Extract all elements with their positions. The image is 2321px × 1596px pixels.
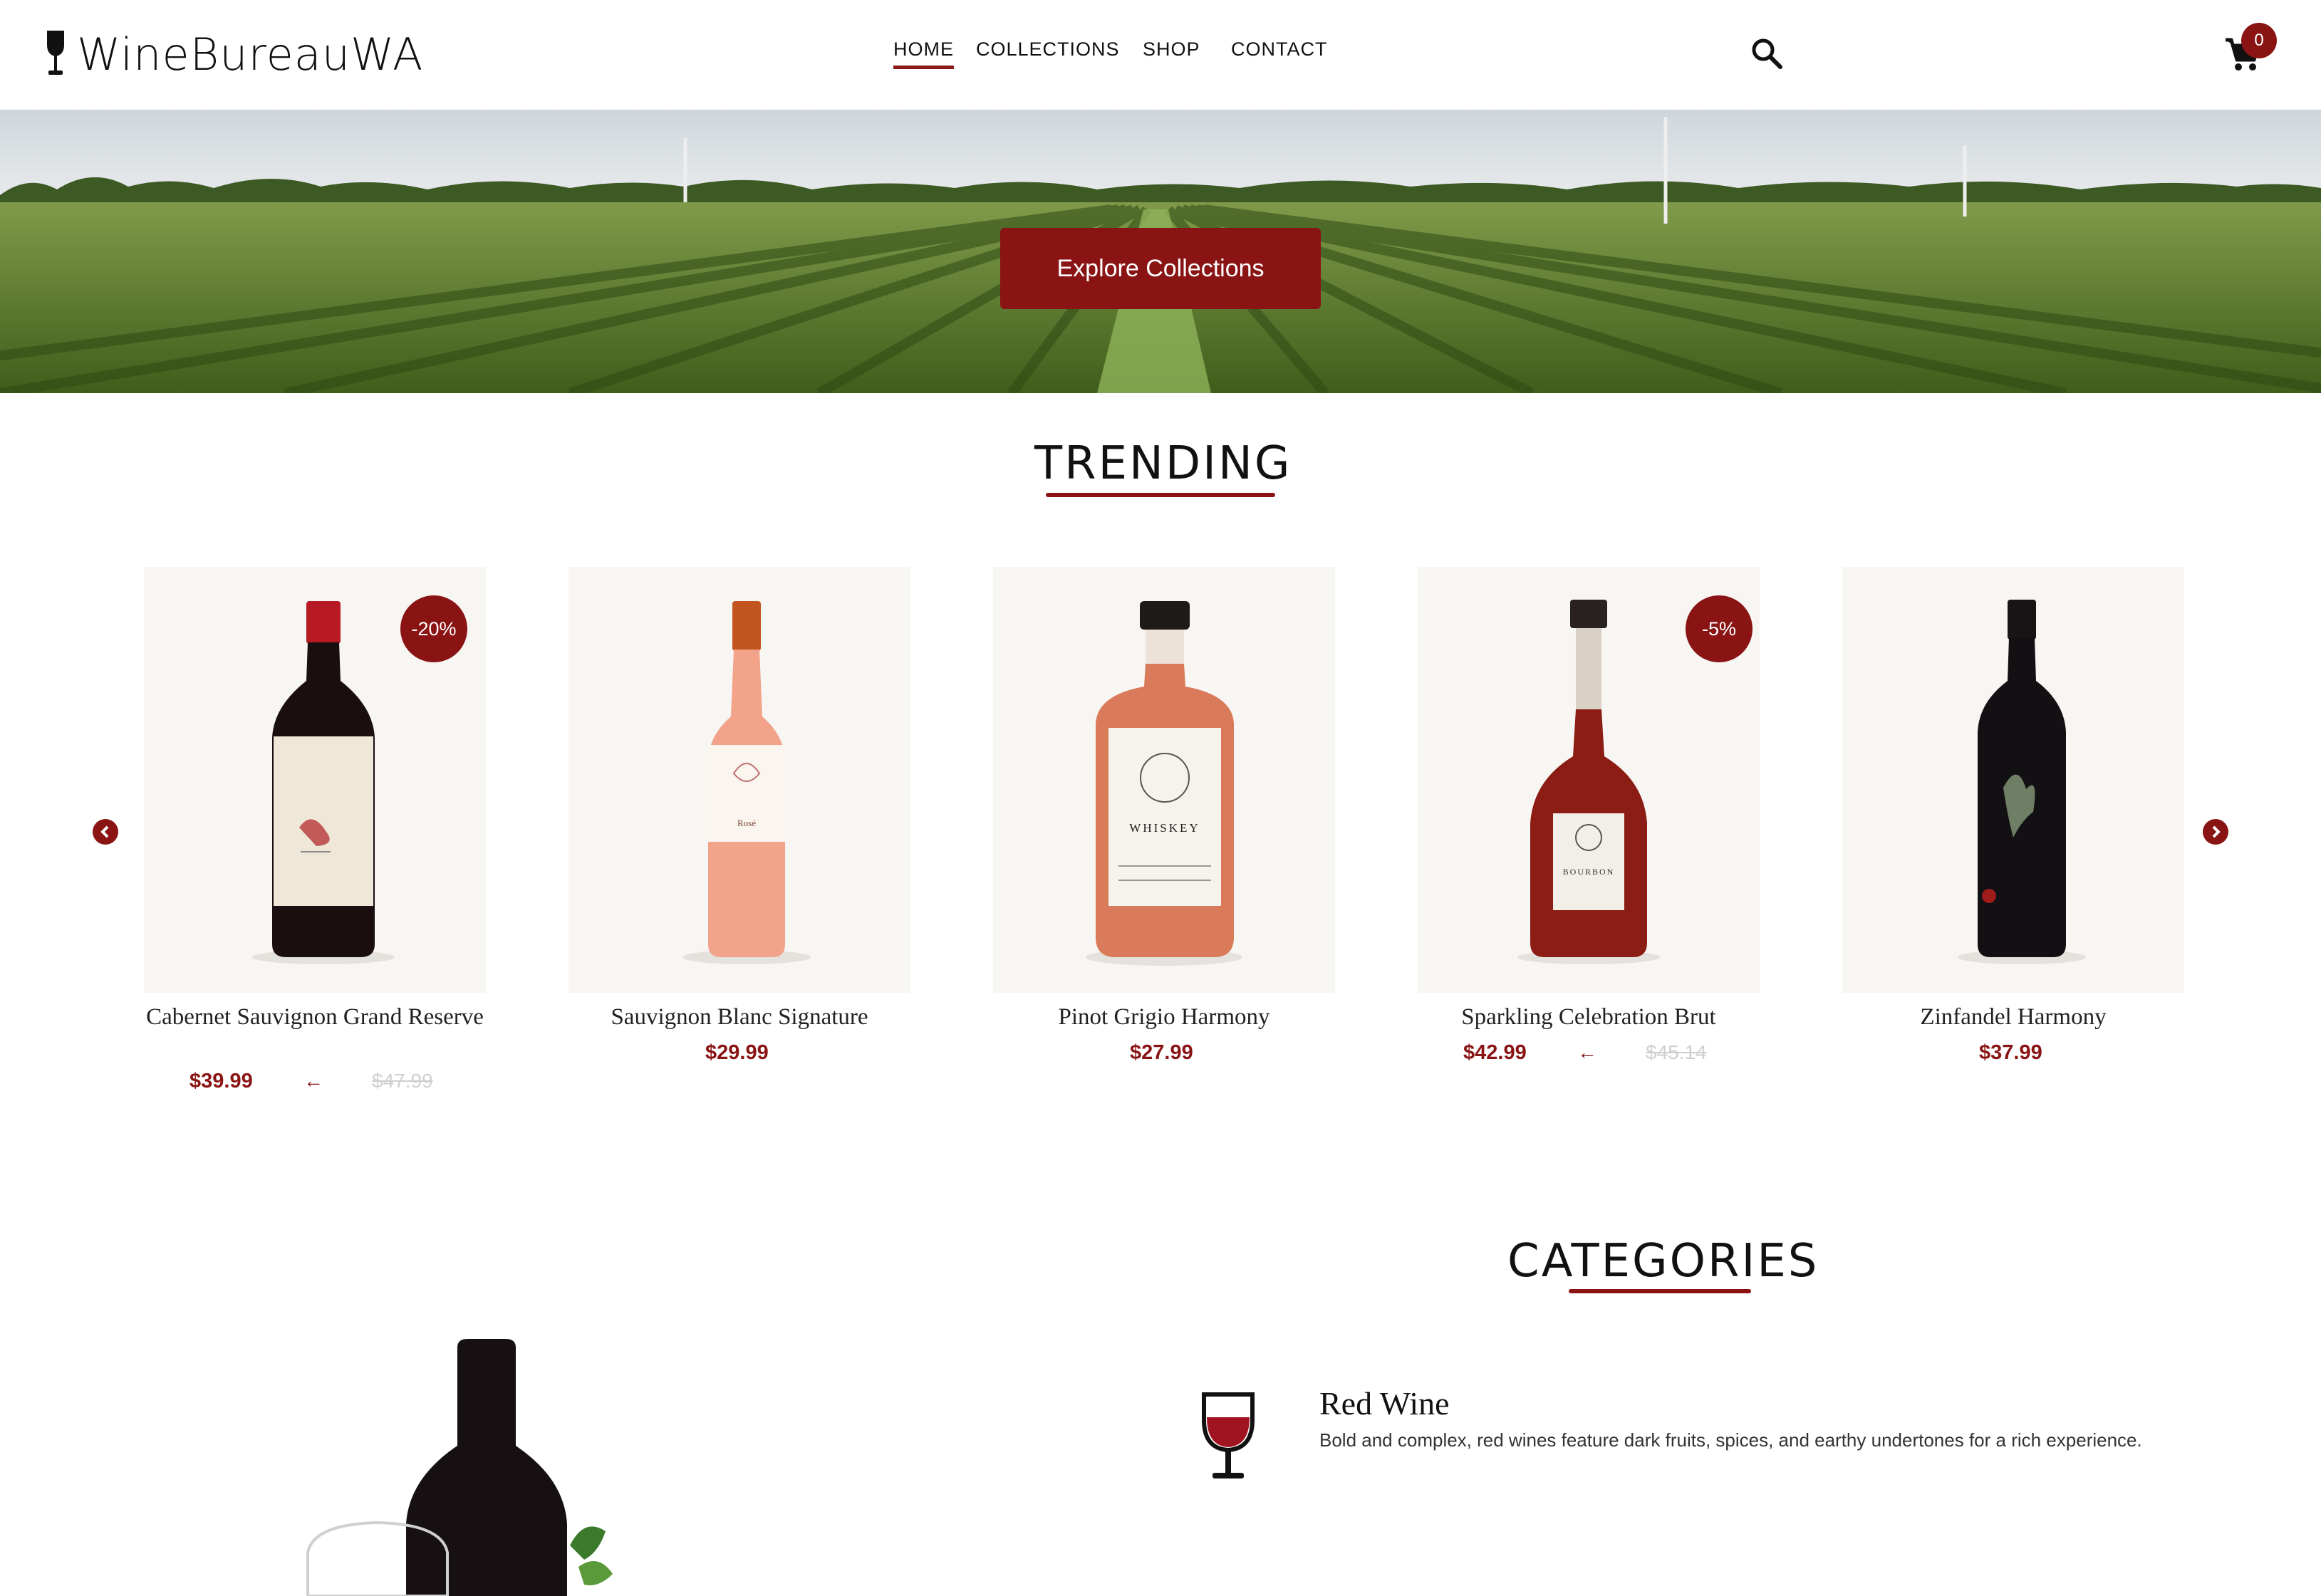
product-card[interactable]: -20% Cabernet Sauvignon Grand Reserve $3… <box>144 567 486 1108</box>
product-image[interactable]: Rosé <box>568 567 910 993</box>
nav-contact[interactable]: CONTACT <box>1231 38 1328 61</box>
nav-shop[interactable]: SHOP <box>1143 38 1200 61</box>
product-name: Cabernet Sauvignon Grand Reserve <box>146 1004 484 1030</box>
product-price: $39.99 <box>189 1070 253 1092</box>
category-description: Bold and complex, red wines feature dark… <box>1319 1429 2142 1451</box>
product-price: $42.99 <box>1463 1041 1527 1064</box>
product-old-price: $47.99 <box>372 1070 433 1092</box>
categories-title: CATEGORIES <box>1507 1235 1819 1288</box>
price-row: $27.99 <box>993 1041 1335 1070</box>
trending-underline <box>1046 493 1275 497</box>
nav-collections[interactable]: COLLECTIONS <box>976 38 1120 61</box>
bottle-label-text: Rosé <box>737 818 756 828</box>
site-header: WineBureauWA HOME COLLECTIONS SHOP CONTA… <box>0 0 2321 110</box>
logo[interactable]: WineBureauWA <box>44 28 423 80</box>
rose-wine-bottle-image: Rosé <box>682 601 811 964</box>
categories-underline <box>1569 1289 1751 1293</box>
product-name: Pinot Grigio Harmony <box>1058 1004 1270 1030</box>
explore-collections-button[interactable]: Explore Collections <box>1000 228 1321 309</box>
bottle-label-text: WHISKEY <box>1129 821 1200 835</box>
trending-title: TRENDING <box>1034 437 1292 490</box>
chevron-right-icon <box>2212 825 2221 838</box>
carousel-prev-button[interactable] <box>93 819 118 845</box>
product-card[interactable]: Zinfandel Harmony $37.99 <box>1842 567 2184 1080</box>
wine-bottle-and-glass-image <box>306 1339 613 1596</box>
whiskey-bottle-image: WHISKEY <box>1086 601 1242 966</box>
price-row: $42.99 ← $45.14 <box>1418 1041 1760 1070</box>
product-name: Zinfandel Harmony <box>1920 1004 2107 1030</box>
search-button[interactable] <box>1749 36 1785 71</box>
product-card[interactable]: Rosé Sauvignon Blanc Signature $29.99 <box>568 567 910 1080</box>
price-row: $29.99 <box>568 1041 910 1070</box>
product-card[interactable]: BOURBON -5% Sparkling Celebration Brut $… <box>1418 567 1760 1080</box>
carousel-next-button[interactable] <box>2203 819 2228 845</box>
arrow-left-icon: ← <box>1577 1041 1597 1063</box>
chevron-left-icon <box>100 825 109 838</box>
product-price: $29.99 <box>705 1041 769 1064</box>
discount-badge: -5% <box>1686 595 1753 662</box>
hero-banner: Explore Collections <box>0 110 2321 393</box>
price-row: $37.99 <box>1842 1041 2184 1070</box>
category-hero-image <box>299 1339 698 1596</box>
product-name: Sauvignon Blanc Signature <box>611 1004 868 1030</box>
price-row: $39.99 ← $47.99 <box>144 1070 486 1098</box>
product-name: Sparkling Celebration Brut <box>1461 1004 1716 1030</box>
cart-count-badge: 0 <box>2241 23 2277 58</box>
dark-wine-bottle-image <box>1958 600 2086 964</box>
product-image[interactable]: WHISKEY <box>993 567 1335 993</box>
product-price: $37.99 <box>1979 1041 2042 1064</box>
product-price: $27.99 <box>1130 1041 1193 1064</box>
product-image[interactable] <box>1842 567 2184 993</box>
category-name[interactable]: Red Wine <box>1319 1384 1450 1422</box>
nav-home[interactable]: HOME <box>893 38 954 69</box>
brand-name: WineBureauWA <box>77 28 424 80</box>
product-old-price: $45.14 <box>1646 1041 1707 1063</box>
discount-badge: -20% <box>400 595 467 662</box>
product-card[interactable]: WHISKEY Pinot Grigio Harmony $27.99 <box>993 567 1335 1080</box>
wine-glass-logo-icon <box>47 31 64 75</box>
bottle-label-text: BOURBON <box>1563 867 1615 877</box>
red-wine-glass-icon <box>1202 1392 1255 1478</box>
arrow-left-icon: ← <box>303 1070 323 1092</box>
search-icon <box>1752 38 1782 69</box>
